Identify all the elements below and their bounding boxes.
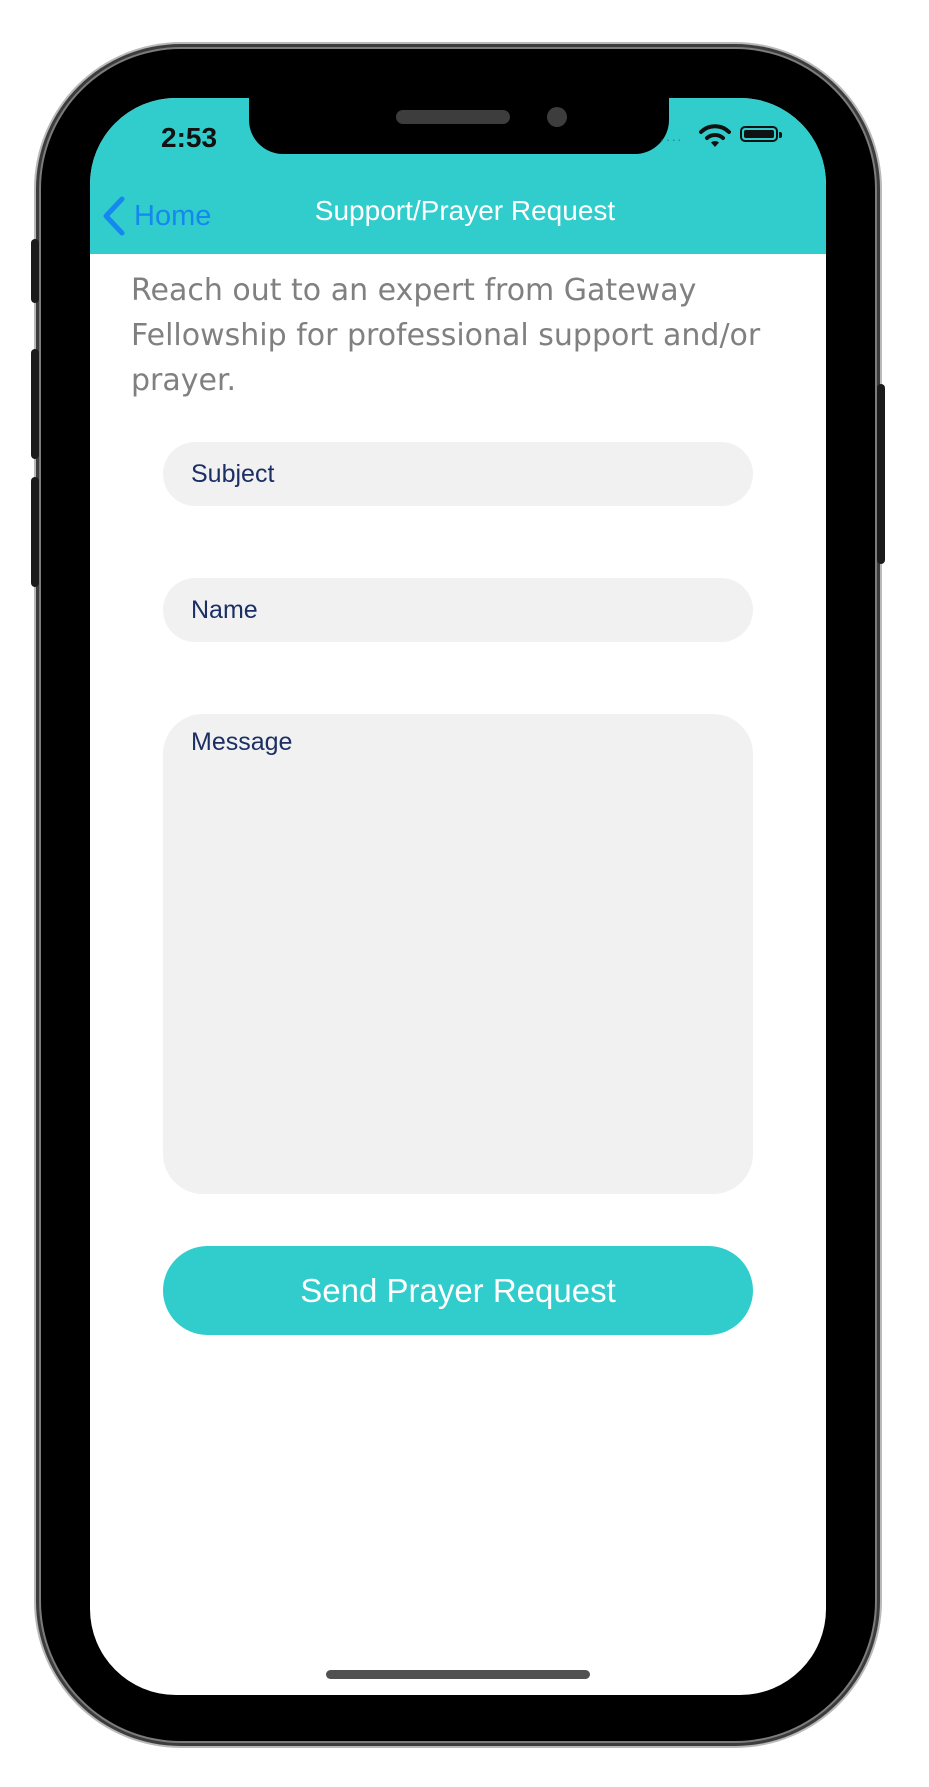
speaker-icon — [396, 110, 510, 124]
name-placeholder: Name — [191, 595, 258, 624]
device-notch — [249, 98, 669, 154]
send-prayer-request-button[interactable]: Send Prayer Request — [163, 1246, 753, 1335]
status-time: 2:53 — [161, 122, 218, 153]
chevron-left-icon — [103, 196, 125, 236]
page-title: Support/Prayer Request — [314, 195, 616, 226]
message-textarea[interactable]: Message — [163, 714, 753, 1194]
intro-text: Reach out to an expert from Gateway Fell… — [131, 273, 761, 398]
wifi-icon — [699, 124, 731, 147]
nav-header: 2:53 ···· Home Support/Prayer Request — [90, 98, 826, 254]
battery-icon — [740, 126, 782, 142]
name-input[interactable]: Name — [163, 578, 753, 642]
back-button-label: Home — [134, 199, 212, 232]
message-placeholder: Message — [191, 728, 293, 756]
mute-switch — [31, 239, 39, 303]
subject-placeholder: Subject — [191, 459, 275, 488]
power-button — [877, 384, 885, 564]
signal-dots-icon: ···· — [660, 131, 683, 147]
subject-input[interactable]: Subject — [163, 442, 753, 506]
volume-up-button — [31, 349, 39, 459]
app-screen: 2:53 ···· Home Support/Prayer Request Re… — [90, 98, 826, 1695]
home-indicator[interactable] — [326, 1670, 590, 1679]
camera-icon — [547, 107, 567, 127]
volume-down-button — [31, 477, 39, 587]
back-button[interactable]: Home — [102, 194, 211, 238]
